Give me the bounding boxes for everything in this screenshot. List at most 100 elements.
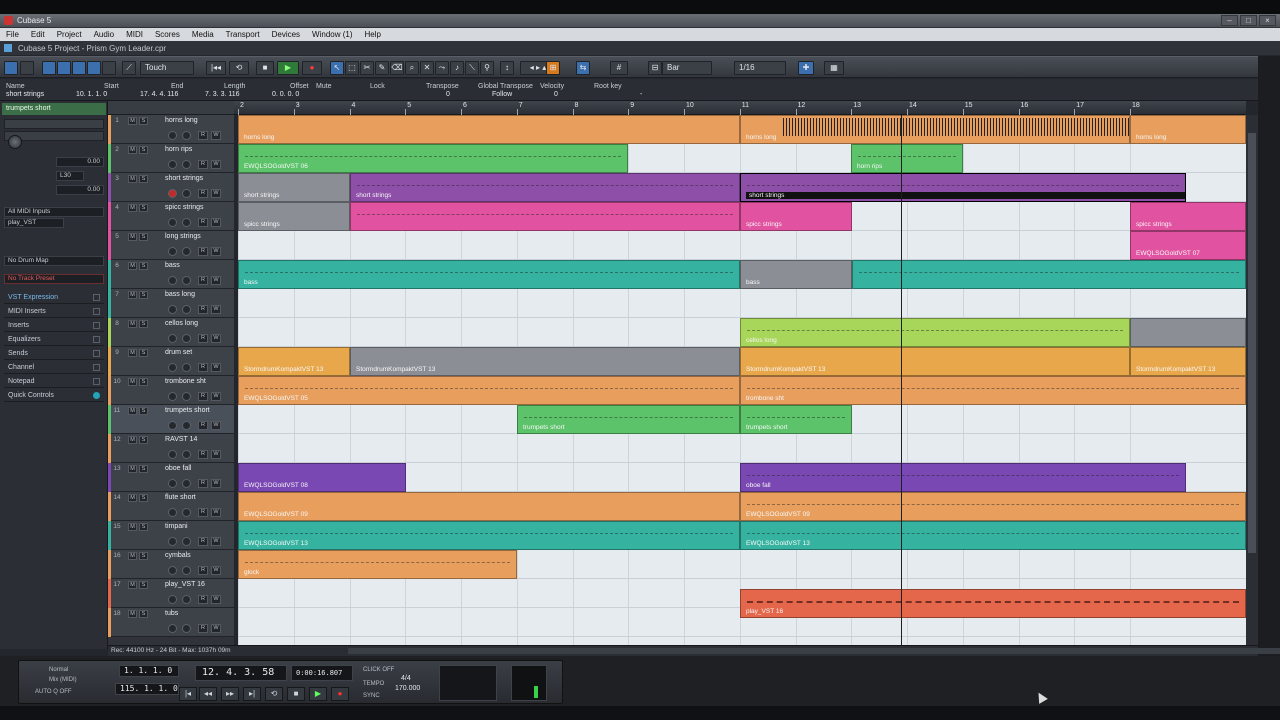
section-toggle-icon[interactable] bbox=[93, 364, 100, 371]
menu-devices[interactable]: Devices bbox=[266, 30, 306, 39]
part-drum-set-2[interactable]: StormdrumKompaktVST 13 bbox=[350, 347, 740, 376]
part-trombone-2[interactable]: trombone sht bbox=[740, 376, 1246, 405]
stop-icon[interactable]: ■ bbox=[256, 61, 274, 75]
menu-help[interactable]: Help bbox=[359, 30, 387, 39]
goto-start-icon[interactable]: |◂◂ bbox=[206, 61, 226, 75]
inspector-button-row[interactable] bbox=[4, 119, 104, 129]
track-name[interactable]: spicc strings bbox=[165, 204, 204, 211]
menu-window[interactable]: Window (1) bbox=[306, 30, 358, 39]
menu-midi[interactable]: MIDI bbox=[120, 30, 149, 39]
track-mute-button[interactable]: M bbox=[128, 407, 137, 415]
track-name[interactable]: long strings bbox=[165, 233, 201, 240]
track-write-button[interactable]: W bbox=[211, 479, 221, 488]
inspector-drum-map-select[interactable]: No Drum Map bbox=[4, 256, 104, 266]
activate-project-icon[interactable] bbox=[4, 61, 18, 75]
snap-on-icon[interactable]: ⊞ bbox=[546, 61, 560, 75]
menu-edit[interactable]: Edit bbox=[25, 30, 51, 39]
track-3[interactable]: 3 M Sshort strings R W bbox=[108, 173, 234, 202]
part-short-strings-2[interactable]: short strings bbox=[350, 173, 740, 202]
track-name[interactable]: short strings bbox=[165, 175, 203, 182]
track-monitor-icon[interactable] bbox=[182, 624, 191, 633]
tempo-value[interactable]: 170.000 bbox=[395, 685, 420, 692]
inspector-section-inserts[interactable]: Inserts bbox=[4, 319, 104, 332]
track-monitor-icon[interactable] bbox=[182, 189, 191, 198]
track-4[interactable]: 4 M Sspicc strings R W bbox=[108, 202, 234, 231]
track-record-enable-icon[interactable] bbox=[168, 479, 177, 488]
view-infoline-icon[interactable] bbox=[42, 61, 56, 75]
track-read-button[interactable]: R bbox=[198, 566, 208, 575]
track-solo-button[interactable]: S bbox=[139, 262, 148, 270]
track-read-button[interactable]: R bbox=[198, 392, 208, 401]
track-record-enable-icon[interactable] bbox=[168, 160, 177, 169]
track-record-enable-icon[interactable] bbox=[168, 450, 177, 459]
mute-tool-icon[interactable]: ✕ bbox=[420, 61, 434, 75]
track-name[interactable]: RAVST 14 bbox=[165, 436, 197, 443]
track-solo-button[interactable]: S bbox=[139, 581, 148, 589]
track-solo-button[interactable]: S bbox=[139, 291, 148, 299]
track-mute-button[interactable]: M bbox=[128, 378, 137, 386]
track-name[interactable]: flute short bbox=[165, 494, 196, 501]
track-mute-button[interactable]: M bbox=[128, 233, 137, 241]
grid-icon[interactable]: # bbox=[610, 61, 628, 75]
inspector-section-midi-inserts[interactable]: MIDI Inserts bbox=[4, 305, 104, 318]
track-8[interactable]: 8 M Scellos long R W bbox=[108, 318, 234, 347]
nudge-icon[interactable]: ↕ bbox=[500, 61, 514, 75]
track-read-button[interactable]: R bbox=[198, 363, 208, 372]
part-cymbals-1[interactable]: glock bbox=[238, 550, 517, 579]
part-horns-long-3[interactable]: horns long bbox=[1130, 115, 1246, 144]
transport-mode[interactable]: Normal bbox=[49, 667, 68, 673]
part-bass-1[interactable]: bass bbox=[238, 260, 740, 289]
position-display[interactable]: 12. 4. 3. 58 bbox=[195, 665, 287, 681]
track-5[interactable]: 5 M Slong strings R W bbox=[108, 231, 234, 260]
track-name[interactable]: timpani bbox=[165, 523, 188, 530]
track-solo-button[interactable]: S bbox=[139, 204, 148, 212]
menu-file[interactable]: File bbox=[0, 30, 25, 39]
inspector-track-preset-select[interactable]: No Track Preset bbox=[4, 274, 104, 284]
track-write-button[interactable]: W bbox=[211, 595, 221, 604]
play-icon[interactable]: ▶ bbox=[277, 61, 299, 75]
track-read-button[interactable]: R bbox=[198, 334, 208, 343]
track-write-button[interactable]: W bbox=[211, 624, 221, 633]
section-toggle-icon[interactable] bbox=[93, 350, 100, 357]
view-mixer-icon[interactable] bbox=[87, 61, 101, 75]
track-6[interactable]: 6 M Sbass R W bbox=[108, 260, 234, 289]
inspector-transpose-value[interactable]: 0.00 bbox=[56, 185, 104, 195]
track-read-button[interactable]: R bbox=[198, 218, 208, 227]
automation-mode-select[interactable]: Touch bbox=[140, 61, 194, 75]
track-mute-button[interactable]: M bbox=[128, 610, 137, 618]
record-icon[interactable]: ● bbox=[302, 61, 322, 75]
info-offset-value[interactable]: 0. 0. 0. 0 bbox=[272, 91, 299, 98]
menu-project[interactable]: Project bbox=[51, 30, 88, 39]
track-monitor-icon[interactable] bbox=[182, 421, 191, 430]
part-bass-2[interactable]: bass bbox=[740, 260, 852, 289]
track-monitor-icon[interactable] bbox=[182, 566, 191, 575]
track-mute-button[interactable]: M bbox=[128, 175, 137, 183]
track-18[interactable]: 18 M Stubs R W bbox=[108, 608, 234, 637]
track-write-button[interactable]: W bbox=[211, 189, 221, 198]
part-spicc-strings-4[interactable]: spicc strings bbox=[1130, 202, 1246, 231]
track-solo-button[interactable]: S bbox=[139, 407, 148, 415]
track-write-button[interactable]: W bbox=[211, 566, 221, 575]
track-monitor-icon[interactable] bbox=[182, 218, 191, 227]
track-monitor-icon[interactable] bbox=[182, 392, 191, 401]
snap-zero-icon[interactable]: ✚ bbox=[798, 61, 814, 75]
inspector-output-select[interactable]: play_VST bbox=[4, 218, 64, 228]
track-10[interactable]: 10 M Strombone sht R W bbox=[108, 376, 234, 405]
track-write-button[interactable]: W bbox=[211, 363, 221, 372]
part-play-vst-16[interactable]: play_VST 16 bbox=[740, 589, 1246, 618]
track-name[interactable]: bass long bbox=[165, 291, 195, 298]
track-record-enable-icon[interactable] bbox=[168, 537, 177, 546]
time-warp-tool-icon[interactable]: ⤳ bbox=[435, 61, 449, 75]
track-write-button[interactable]: W bbox=[211, 334, 221, 343]
track-solo-button[interactable]: S bbox=[139, 552, 148, 560]
part-oboe-fall-2[interactable]: oboe fall bbox=[740, 463, 1186, 492]
track-read-button[interactable]: R bbox=[198, 537, 208, 546]
track-read-button[interactable]: R bbox=[198, 189, 208, 198]
draw-tool-icon[interactable]: ✎ bbox=[375, 61, 389, 75]
part-flute-short-2[interactable]: EWQLSOGoldVST 09 bbox=[740, 492, 1246, 521]
track-name[interactable]: drum set bbox=[165, 349, 192, 356]
track-write-button[interactable]: W bbox=[211, 247, 221, 256]
track-read-button[interactable]: R bbox=[198, 131, 208, 140]
info-end-value[interactable]: 17. 4. 4. 116 bbox=[140, 91, 178, 98]
play-icon[interactable]: ▶ bbox=[309, 687, 327, 701]
